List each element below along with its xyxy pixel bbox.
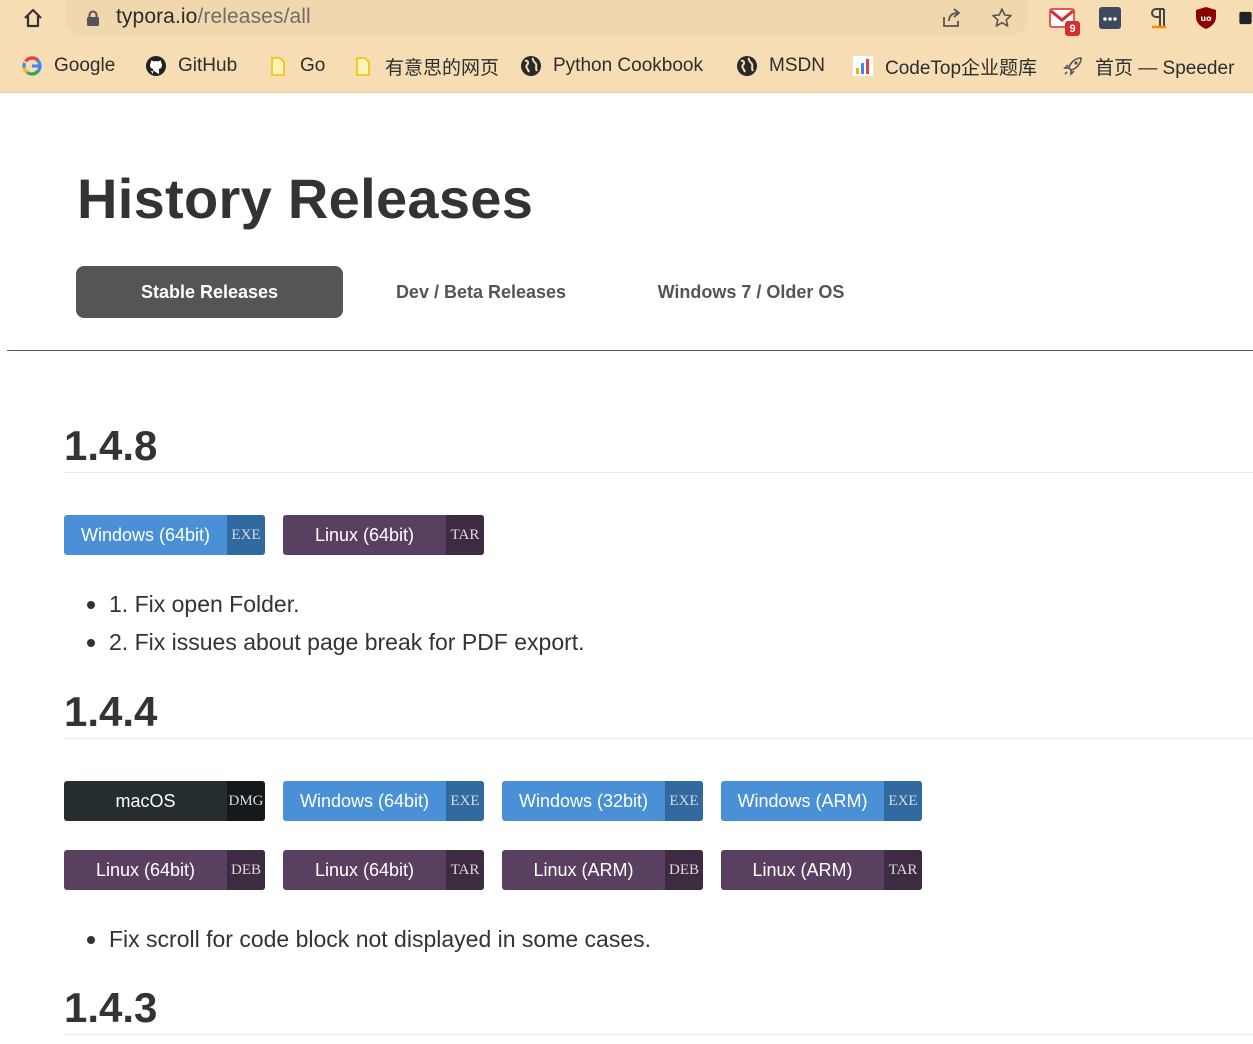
release-notes: Fix scroll for code block not displayed … [64, 924, 651, 962]
download-label: Windows (ARM) [737, 790, 868, 811]
download-windows-arm-exe[interactable]: Windows (ARM) EXE [721, 781, 922, 821]
gmail-extension[interactable]: 9 [1048, 4, 1080, 36]
download-format: DEB [227, 850, 265, 890]
download-linux-arm-deb[interactable]: Linux (ARM) DEB [502, 850, 703, 890]
download-macos-dmg[interactable]: macOS DMG [64, 781, 265, 821]
bookmark-label: MSDN [769, 55, 825, 76]
svg-text:uo: uo [1200, 14, 1212, 23]
more-dots-icon [1099, 7, 1121, 29]
ublock-icon: uo [1196, 7, 1216, 29]
download-linux-arm-tar[interactable]: Linux (ARM) TAR [721, 850, 922, 890]
download-format: EXE [884, 781, 922, 821]
bookmark-label: 有意思的网页 [385, 57, 500, 79]
globe-icon [519, 54, 543, 78]
download-format: DMG [227, 781, 265, 821]
download-format: DEB [665, 850, 703, 890]
release-version: 1.4.4 [64, 688, 158, 735]
folder-icon [351, 54, 375, 78]
download-label: Linux (ARM) [752, 859, 853, 880]
tab-windows7-older-os[interactable]: Windows 7 / Older OS [630, 266, 872, 318]
bar-chart-icon [851, 54, 875, 78]
download-format: TAR [446, 850, 484, 890]
release-divider [64, 472, 1253, 473]
download-linux-64bit-tar[interactable]: Linux (64bit) TAR [283, 515, 484, 555]
release-divider [64, 738, 1253, 739]
bookmark-speeder[interactable]: 首页 — Speeder [1061, 48, 1234, 84]
google-icon [20, 54, 44, 78]
gmail-count-badge: 9 [1065, 21, 1080, 36]
share-button[interactable] [940, 6, 964, 30]
download-linux-64bit-deb[interactable]: Linux (64bit) DEB [64, 850, 265, 890]
download-label: Windows (64bit) [80, 524, 211, 545]
address-bar[interactable]: typora.io/releases/all [66, 0, 1028, 36]
download-format: EXE [446, 781, 484, 821]
extension-pilcrow[interactable] [1144, 4, 1172, 32]
star-icon [992, 8, 1012, 27]
download-format: TAR [446, 515, 484, 555]
release-note-item: 1. Fix open Folder. [64, 589, 585, 627]
release-version: 1.4.3 [64, 984, 158, 1031]
bookmark-python-cookbook[interactable]: Python Cookbook [519, 48, 703, 84]
bookmark-label: Python Cookbook [553, 55, 703, 76]
extension-dots[interactable] [1096, 4, 1124, 32]
download-windows-32bit-exe[interactable]: Windows (32bit) EXE [502, 781, 703, 821]
bookmark-msdn[interactable]: MSDN [735, 48, 825, 84]
browser-toolbar: typora.io/releases/all 9 uo Google GitHu… [0, 0, 1253, 93]
download-label: Linux (ARM) [533, 859, 634, 880]
ublock-extension[interactable]: uo [1192, 4, 1220, 32]
home-icon [24, 8, 42, 28]
tab-dev-beta-releases[interactable]: Dev / Beta Releases [370, 266, 592, 318]
bookmark-star-button[interactable] [990, 6, 1014, 30]
bookmark-codetop[interactable]: CodeTop企业题库 [851, 48, 1037, 84]
release-notes: 1. Fix open Folder. 2. Fix issues about … [64, 589, 585, 665]
page-title: History Releases [77, 167, 534, 230]
release-note-item: Fix scroll for code block not displayed … [64, 924, 651, 962]
download-linux-64bit-tar[interactable]: Linux (64bit) TAR [283, 850, 484, 890]
download-label: Linux (64bit) [314, 524, 415, 545]
tabs-divider [7, 350, 1253, 351]
bookmark-label: 首页 — Speeder [1095, 57, 1235, 79]
share-icon [943, 8, 961, 27]
download-label: Linux (64bit) [95, 859, 196, 880]
bookmark-label: CodeTop企业题库 [885, 57, 1038, 79]
download-windows-64bit-exe[interactable]: Windows (64bit) EXE [64, 515, 265, 555]
extension-partial[interactable] [1238, 4, 1253, 32]
release-divider [64, 1034, 1253, 1035]
download-format: EXE [227, 515, 265, 555]
pilcrow-icon [1151, 8, 1166, 29]
download-label: Windows (64bit) [299, 790, 430, 811]
bookmark-github[interactable]: GitHub [144, 48, 237, 84]
download-format: EXE [665, 781, 703, 821]
bookmark-google[interactable]: Google [20, 48, 115, 84]
extension-icon [1239, 11, 1252, 25]
bookmark-label: Google [54, 55, 116, 76]
bookmark-label: GitHub [178, 55, 238, 76]
home-button[interactable] [20, 5, 46, 31]
release-version: 1.4.8 [64, 422, 158, 469]
download-windows-64bit-exe[interactable]: Windows (64bit) EXE [283, 781, 484, 821]
bookmark-folder-go[interactable]: Go [266, 48, 325, 84]
globe-icon [735, 54, 759, 78]
folder-icon [266, 54, 290, 78]
release-note-item: 2. Fix issues about page break for PDF e… [64, 627, 585, 665]
rocket-icon [1061, 54, 1085, 78]
bookmarks-bar: Google GitHub Go 有意思的网页 Python Cookbook [0, 48, 1253, 84]
tab-stable-releases[interactable]: Stable Releases [76, 266, 343, 318]
bookmark-label: Go [300, 55, 326, 76]
url-text: typora.io/releases/all [116, 5, 311, 28]
download-label: Windows (32bit) [518, 790, 649, 811]
bookmark-folder-interesting[interactable]: 有意思的网页 [351, 48, 499, 84]
download-label: macOS [115, 790, 176, 811]
download-label: Linux (64bit) [314, 859, 415, 880]
lock-icon [87, 10, 99, 26]
download-format: TAR [884, 850, 922, 890]
github-icon [144, 54, 168, 78]
